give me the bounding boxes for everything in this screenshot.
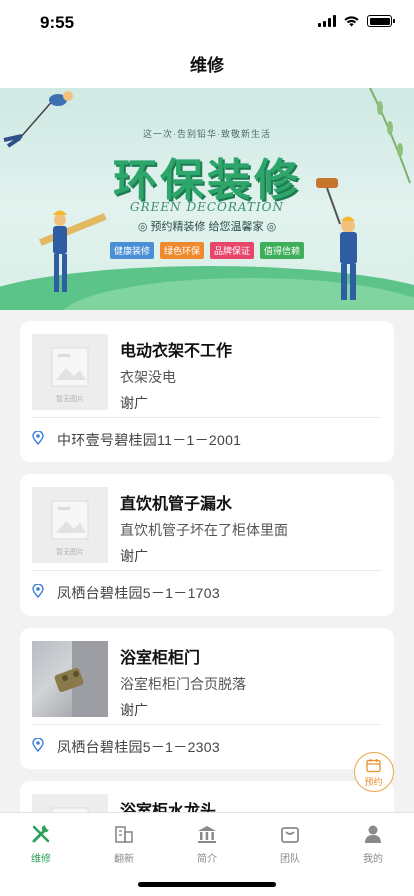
order-card[interactable]: 暂无图片 电动衣架不工作 衣架没电 谢广 中环壹号碧桂园11－1－2001 xyxy=(20,321,394,462)
order-description: 衣架没电 xyxy=(120,369,176,385)
wifi-icon xyxy=(344,16,359,27)
order-address: 凤栖台碧桂园5－1－1703 xyxy=(57,585,220,601)
bag-icon xyxy=(281,827,299,843)
building-icon xyxy=(115,826,133,843)
promo-banner[interactable]: 这一次·告别铅华·致敬新生活 环保装修 GREEN DECORATION ◎ 预… xyxy=(0,88,414,310)
order-card[interactable]: 浴室柜柜门 浴室柜柜门合页脱落 谢广 凤栖台碧桂园5－1－2303 xyxy=(20,628,394,769)
tab-label: 团队 xyxy=(280,854,300,865)
order-user: 谢广 xyxy=(120,395,148,411)
banner-subtitle: 这一次·告别铅华·致敬新生活 xyxy=(143,129,271,139)
banner-tag: 绿色环保 xyxy=(159,242,204,259)
navigation-bar: 维修 xyxy=(0,44,414,88)
order-card[interactable]: 暂无图片 直饮机管子漏水 直饮机管子坏在了柜体里面 谢广 凤栖台碧桂园5－1－1… xyxy=(20,474,394,616)
banner-slogan: ◎ 预约精装修 给您温馨家 ◎ xyxy=(137,221,277,233)
status-icons xyxy=(318,15,395,27)
wrench-icon xyxy=(32,825,50,843)
image-placeholder-icon xyxy=(51,347,89,387)
banner-tag: 健康装修 xyxy=(109,242,154,259)
battery-icon xyxy=(367,15,395,27)
calendar-icon xyxy=(366,759,381,773)
order-title: 电动衣架不工作 xyxy=(120,343,233,360)
order-title: 浴室柜柜门 xyxy=(120,650,201,667)
order-user: 谢广 xyxy=(120,702,148,718)
banner-tag: 值得信赖 xyxy=(260,242,305,259)
order-address: 中环壹号碧桂园11－1－2001 xyxy=(57,432,242,448)
order-user: 谢广 xyxy=(120,548,148,564)
order-image-placeholder: 暂无图片 xyxy=(32,487,108,563)
home-indicator xyxy=(138,882,276,887)
banner-title: 环保装修 xyxy=(113,155,301,206)
image-placeholder-text: 暂无图片 xyxy=(56,396,84,403)
divider xyxy=(32,724,382,725)
order-description: 浴室柜柜门合页脱落 xyxy=(120,676,246,692)
tab-intro[interactable]: 简介 xyxy=(166,819,248,865)
location-pin-icon xyxy=(32,738,44,752)
tab-label: 翻新 xyxy=(114,854,134,865)
image-placeholder-text: 暂无图片 xyxy=(56,549,84,556)
status-time: 9:55 xyxy=(40,13,75,32)
tab-mine[interactable]: 我的 xyxy=(332,819,414,865)
tab-label: 我的 xyxy=(363,854,383,865)
order-description: 直饮机管子坏在了柜体里面 xyxy=(120,522,288,538)
banner-english-title: GREEN DECORATION xyxy=(130,200,284,214)
tab-label: 维修 xyxy=(31,854,51,865)
status-bar: 9:55 xyxy=(0,0,414,44)
tab-team[interactable]: 团队 xyxy=(249,819,331,865)
cellular-signal-icon xyxy=(318,15,336,27)
order-photo xyxy=(32,641,108,717)
tab-repair[interactable]: 维修 xyxy=(0,819,82,865)
tab-renovate[interactable]: 翻新 xyxy=(83,819,165,865)
banner-tag: 品牌保证 xyxy=(210,242,255,259)
reserve-button[interactable]: 预约 xyxy=(354,752,394,792)
reserve-label: 预约 xyxy=(364,777,383,787)
order-address: 凤栖台碧桂园5－1－2303 xyxy=(57,739,220,755)
person-icon xyxy=(365,825,381,843)
banner-tags: 健康装修 绿色环保 品牌保证 值得信赖 xyxy=(0,242,414,259)
divider xyxy=(32,417,382,418)
tab-label: 简介 xyxy=(197,854,217,865)
image-placeholder-icon xyxy=(51,500,89,540)
bank-icon xyxy=(198,826,216,843)
order-image-placeholder: 暂无图片 xyxy=(32,334,108,410)
divider xyxy=(32,570,382,571)
location-pin-icon xyxy=(32,431,44,445)
order-title: 直饮机管子漏水 xyxy=(120,496,233,513)
cabinet-hinge-photo xyxy=(54,641,108,717)
location-pin-icon xyxy=(32,584,44,598)
page-title: 维修 xyxy=(190,56,224,75)
